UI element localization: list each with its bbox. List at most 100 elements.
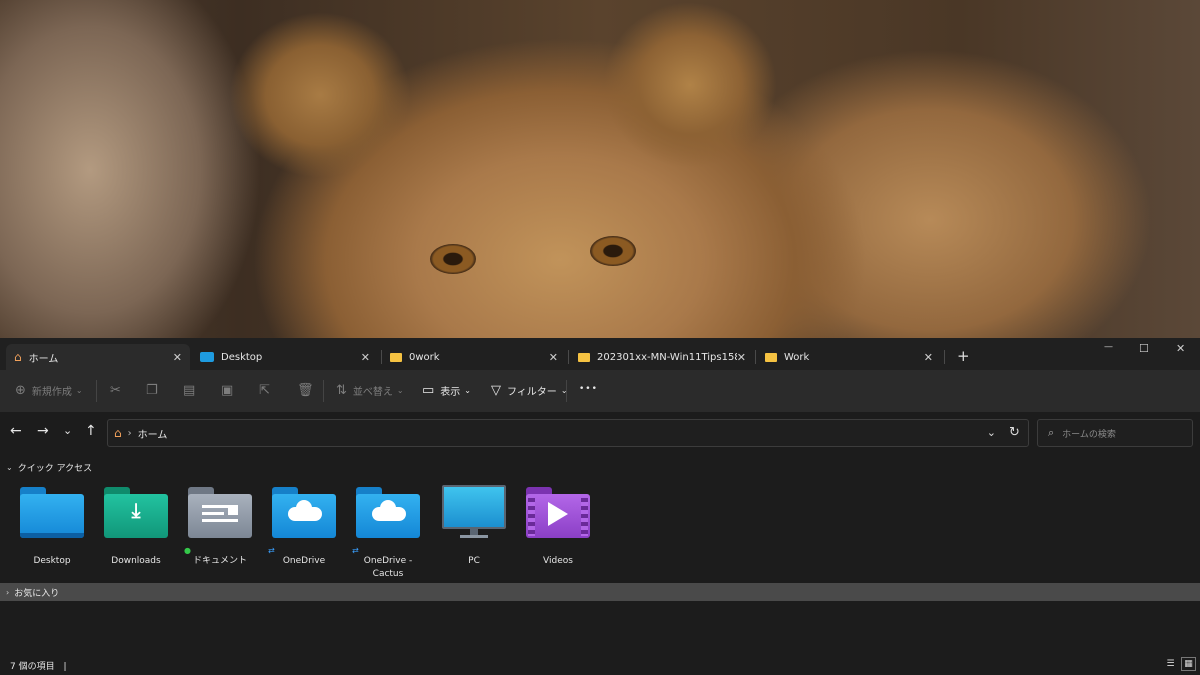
maximize-button[interactable]: ☐ (1139, 342, 1149, 355)
close-icon[interactable]: ✕ (737, 351, 746, 364)
address-bar[interactable]: ⌂ › ホーム ⌄ (107, 419, 1029, 447)
new-tab-button[interactable]: + (957, 347, 970, 365)
item-count: 7 個の項目 | (10, 659, 67, 672)
search-icon: ⌕ (1048, 426, 1055, 439)
tab-label: Desktop (221, 351, 263, 363)
tab-label: Work (784, 351, 810, 363)
status-bar: 7 個の項目 | ☰ ▦ (0, 655, 1200, 675)
share-button[interactable]: ⇱ (259, 383, 276, 398)
chevron-down-icon: ⌄ (75, 386, 83, 395)
more-icon: ••• (579, 384, 598, 394)
favorites-label: お気に入り (14, 589, 60, 599)
sort-label: 並べ替え (352, 387, 393, 398)
minimize-button[interactable]: — (1104, 342, 1113, 352)
close-icon[interactable]: ✕ (549, 351, 558, 364)
onedrive-folder-icon (354, 485, 422, 541)
new-label: 新規作成 (31, 387, 72, 398)
view-button[interactable]: ▭ 表示 ⌄ (422, 383, 471, 398)
tiles-view-button[interactable]: ▦ (1181, 657, 1196, 671)
tile-label: OneDrive - Cactus (363, 556, 413, 579)
home-icon: ⌂ (14, 350, 22, 364)
paste-button[interactable]: ▤ (183, 383, 201, 398)
videos-folder-icon (524, 485, 592, 541)
status-divider: | (63, 662, 67, 672)
breadcrumb-home[interactable]: ホーム (138, 426, 168, 441)
paste-icon: ▤ (183, 383, 196, 398)
tab-work[interactable]: Work ✕ (757, 344, 941, 370)
tab-0work[interactable]: 0work ✕ (382, 344, 566, 370)
tile-label: Desktop (33, 556, 71, 566)
tile-label: Videos (543, 556, 573, 566)
tab-label: 0work (409, 351, 440, 363)
toolbar-divider (566, 380, 567, 402)
desktop-folder-icon (200, 352, 214, 362)
close-icon[interactable]: ✕ (361, 351, 370, 364)
onedrive-folder-icon (270, 485, 338, 541)
filter-button[interactable]: ▽ フィルター ⌄ (491, 383, 568, 398)
file-explorer-window: ⌂ ホーム ✕ Desktop ✕ 0work ✕ 202301xx-MN-Wi… (0, 338, 1200, 675)
play-icon (548, 502, 568, 526)
new-button[interactable]: ⊕ 新規作成 ⌄ (15, 383, 83, 398)
tab-202301xx[interactable]: 202301xx-MN-Win11Tips158 ✕ (570, 344, 754, 370)
tab-bar: ⌂ ホーム ✕ Desktop ✕ 0work ✕ 202301xx-MN-Wi… (0, 338, 1200, 370)
breadcrumb-chevron-icon: › (127, 427, 132, 439)
folder-icon (765, 352, 777, 362)
chevron-right-icon: › (6, 588, 10, 597)
quick-access-header[interactable]: ⌄ クイック アクセス (6, 461, 92, 474)
back-arrow-icon[interactable]: ← (10, 423, 22, 439)
copy-button[interactable]: ❐ (146, 383, 164, 398)
tab-divider (944, 350, 945, 364)
forward-arrow-icon[interactable]: → (37, 423, 49, 439)
sort-button[interactable]: ⇅ 並べ替え ⌄ (336, 383, 404, 398)
tile-label: PC (468, 556, 480, 566)
wallpaper-detail (430, 244, 476, 274)
tile-label: Downloads (111, 556, 161, 566)
up-arrow-icon[interactable]: ↑ (85, 423, 97, 439)
address-dropdown-icon[interactable]: ⌄ (987, 426, 996, 439)
search-input[interactable]: ⌕ ホームの検索 (1037, 419, 1193, 447)
favorites-header-content: › お気に入り (6, 586, 59, 599)
chevron-down-icon: ⌄ (396, 386, 404, 395)
pc-monitor-icon (440, 485, 508, 541)
tile-downloads[interactable]: ⤓ Downloads (94, 485, 178, 568)
details-view-button[interactable]: ☰ (1163, 657, 1178, 671)
tab-home[interactable]: ⌂ ホーム ✕ (6, 344, 190, 370)
tile-videos[interactable]: Videos (516, 485, 600, 568)
more-options-button[interactable]: ••• (579, 384, 598, 394)
tab-divider (755, 350, 756, 364)
refresh-icon[interactable]: ↻ (1009, 425, 1020, 440)
desktop-folder-icon (18, 485, 86, 541)
address-row: ← → ⌄ ↑ ⌂ › ホーム ⌄ ↻ ⌕ ホームの検索 (0, 412, 1200, 452)
home-icon: ⌂ (114, 426, 122, 440)
quick-access-label: クイック アクセス (17, 464, 93, 474)
sync-arrows-icon: ⇄ (268, 546, 275, 555)
tab-desktop[interactable]: Desktop ✕ (192, 344, 378, 370)
tab-label: 202301xx-MN-Win11Tips158 (597, 351, 737, 363)
documents-folder-icon (186, 485, 254, 541)
wallpaper-detail (590, 236, 636, 266)
recent-chevron-icon[interactable]: ⌄ (63, 423, 72, 439)
content-pane: ⌄ クイック アクセス Desktop ⤓ Downloads ● ドキュメント… (0, 452, 1200, 652)
chevron-down-icon: ⌄ (464, 386, 471, 395)
tile-label: ドキュメント (192, 556, 247, 566)
close-icon[interactable]: ✕ (173, 351, 182, 364)
cut-button[interactable]: ✂ (110, 383, 127, 398)
synced-status-icon: ● (184, 546, 191, 555)
sort-icon: ⇅ (336, 383, 347, 398)
tile-onedrive-cactus[interactable]: ⇄ OneDrive - Cactus (346, 485, 430, 581)
view-icon: ▭ (422, 383, 435, 398)
favorites-header[interactable]: › お気に入り (0, 583, 1200, 601)
filter-icon: ▽ (491, 383, 501, 398)
share-icon: ⇱ (259, 383, 270, 398)
tile-label: OneDrive (282, 556, 326, 566)
delete-button[interactable]: 🗑 (297, 383, 320, 398)
window-close-button[interactable]: ✕ (1176, 342, 1185, 355)
tile-onedrive[interactable]: ⇄ OneDrive (262, 485, 346, 568)
tile-pc[interactable]: PC (432, 485, 516, 568)
tile-documents[interactable]: ● ドキュメント (178, 485, 262, 568)
command-bar: ⊕ 新規作成 ⌄ ✂ ❐ ▤ ▣ ⇱ 🗑 ⇅ 並べ替え ⌄ ▭ 表示 ⌄ ▽ フ… (0, 370, 1200, 412)
tile-desktop[interactable]: Desktop (10, 485, 94, 568)
rename-button[interactable]: ▣ (221, 383, 239, 398)
close-icon[interactable]: ✕ (924, 351, 933, 364)
view-label: 表示 (440, 387, 461, 398)
